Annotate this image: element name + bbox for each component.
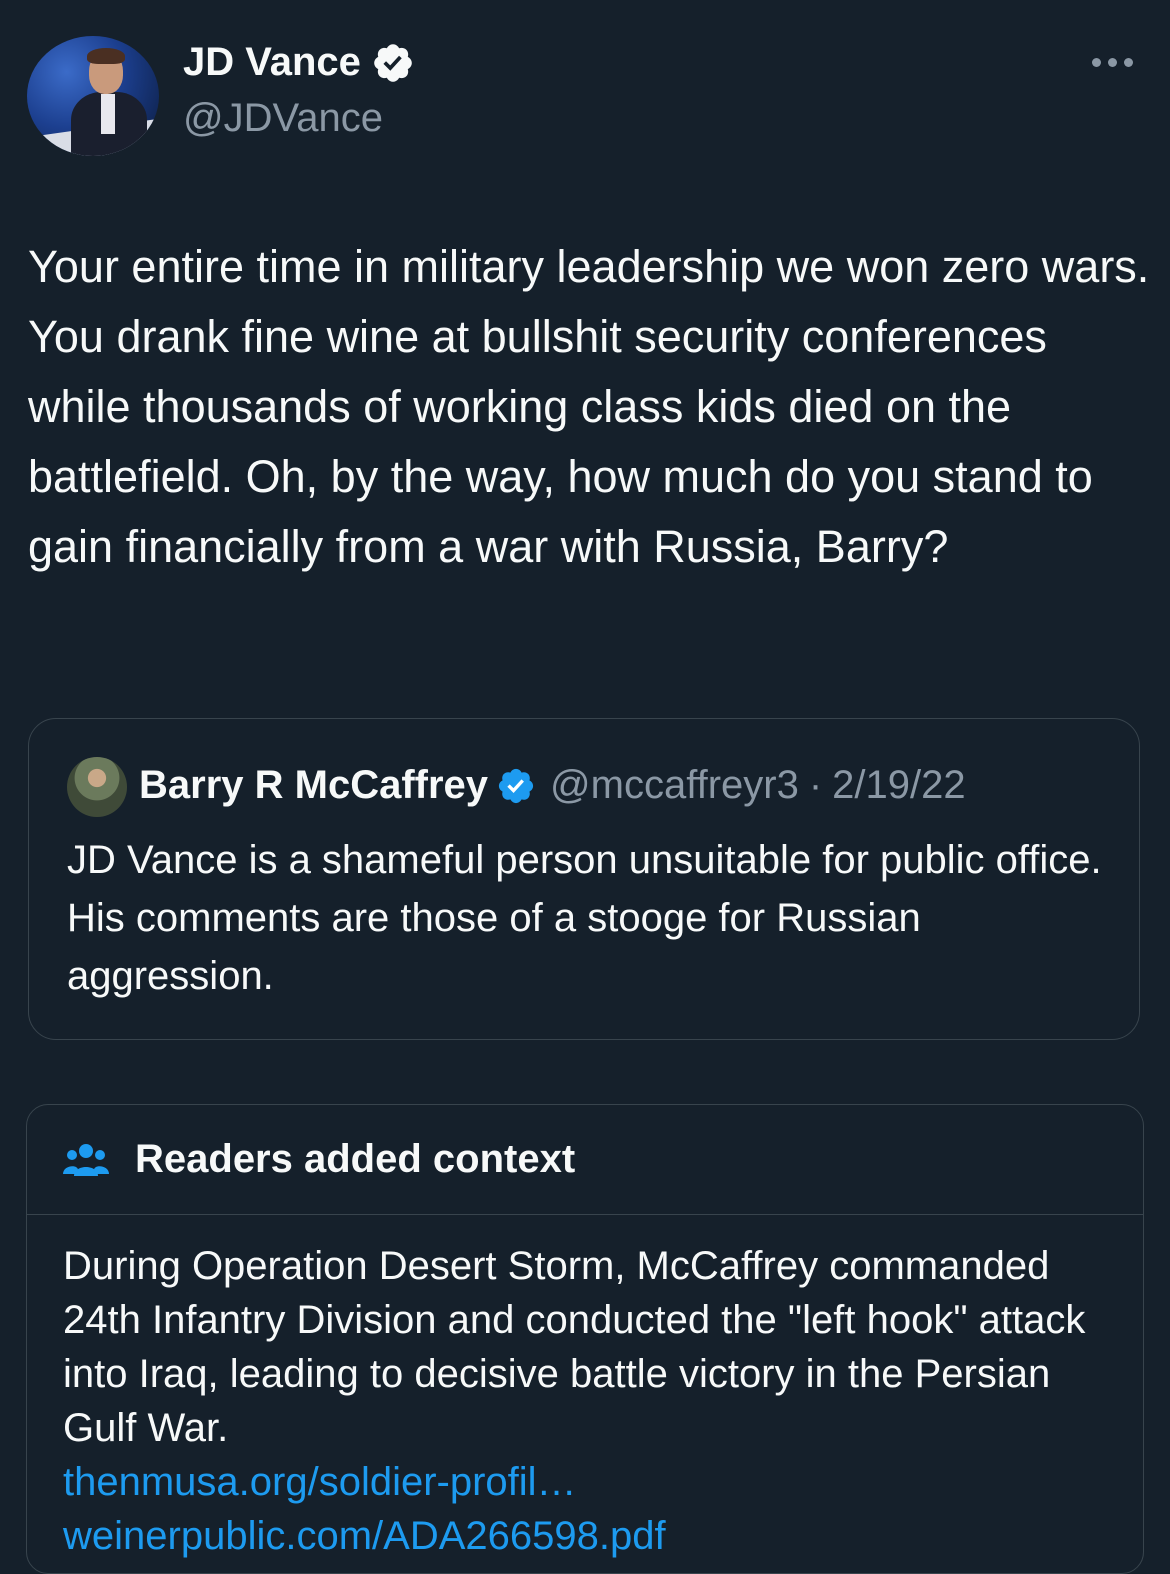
context-text: During Operation Desert Storm, McCaffrey… xyxy=(63,1244,1086,1450)
readers-context-box: Readers added context During Operation D… xyxy=(26,1104,1144,1574)
quoted-author-handle[interactable]: @mccaffreyr3 xyxy=(550,763,799,808)
quoted-tweet[interactable]: Barry R McCaffrey @mccaffreyr3 · 2/19/22… xyxy=(28,718,1140,1040)
author-display-name[interactable]: JD Vance xyxy=(183,40,361,85)
author-handle[interactable]: @JDVance xyxy=(183,96,383,141)
context-link[interactable]: weinerpublic.com/ADA266598.pdf xyxy=(63,1509,1123,1563)
verified-badge-icon xyxy=(498,768,534,803)
context-header: Readers added context xyxy=(27,1105,1143,1215)
tweet-text: Your entire time in military leadership … xyxy=(28,241,1150,572)
quoted-tweet-text: JD Vance is a shameful person unsuitable… xyxy=(67,838,1102,998)
quoted-date[interactable]: 2/19/22 xyxy=(832,763,965,808)
context-link[interactable]: thenmusa.org/soldier-profil… xyxy=(63,1455,1123,1509)
author-name-row: JD Vance xyxy=(183,40,415,85)
quoted-author-name[interactable]: Barry R McCaffrey xyxy=(139,763,488,808)
context-title: Readers added context xyxy=(135,1137,576,1181)
quoted-author-row: Barry R McCaffrey @mccaffreyr3 · 2/19/22 xyxy=(139,763,966,808)
readers-context-icon xyxy=(63,1143,109,1176)
context-body: During Operation Desert Storm, McCaffrey… xyxy=(63,1239,1123,1563)
more-options-icon[interactable] xyxy=(1092,52,1142,72)
author-avatar[interactable] xyxy=(27,36,159,156)
quoted-author-avatar[interactable] xyxy=(67,757,127,817)
quoted-separator: · xyxy=(808,763,823,807)
verified-badge-icon xyxy=(374,43,412,82)
